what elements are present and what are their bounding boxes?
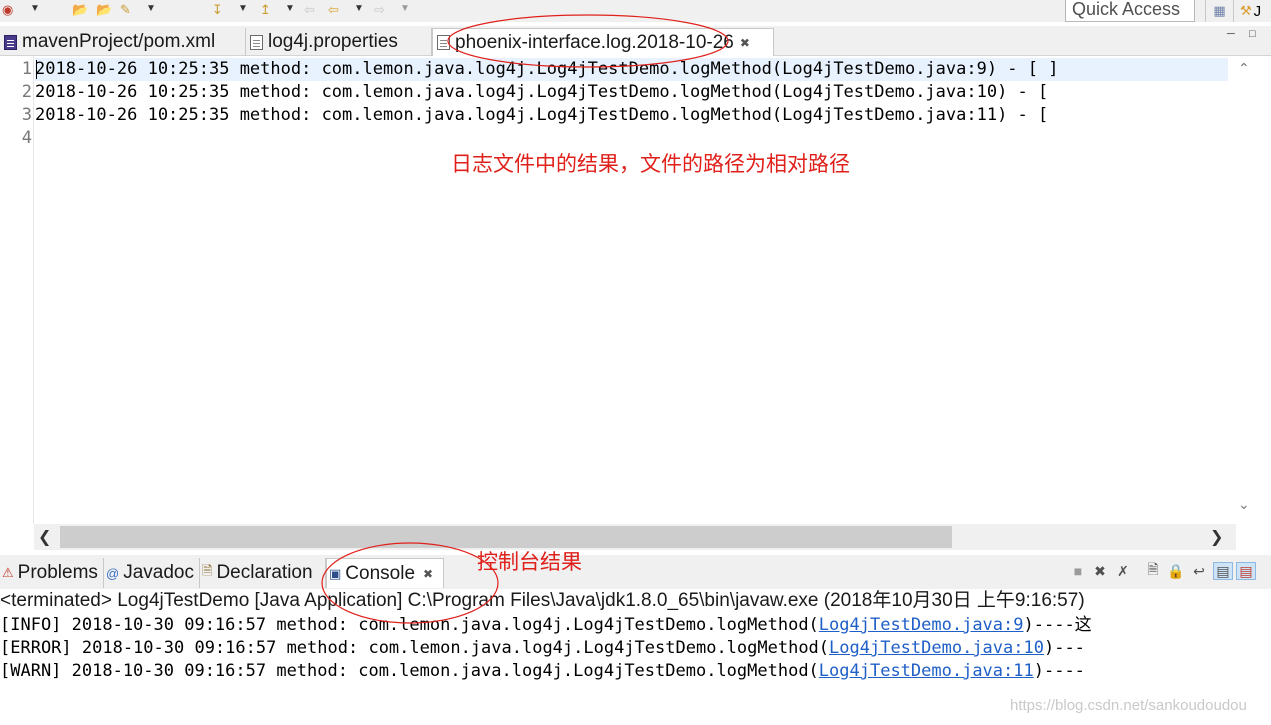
show-on-stdout-icon[interactable]: ▤ [1213, 562, 1233, 580]
remove-all-launches-icon[interactable]: ✗ [1113, 562, 1133, 580]
editor-tab-label: phoenix-interface.log.2018-10-26 [455, 31, 734, 53]
source-link[interactable]: Log4jTestDemo.java:9 [819, 615, 1024, 635]
word-wrap-icon[interactable]: ↩ [1189, 562, 1209, 580]
scroll-thumb[interactable] [60, 526, 952, 548]
line-number: 4 [21, 128, 32, 148]
line-number-ruler: 1 2 3 4 [8, 56, 34, 524]
back-2-icon[interactable]: ⇦ [328, 2, 339, 18]
close-icon[interactable]: ✖ [423, 567, 433, 581]
tab-problems[interactable]: ⚠ Problems [0, 558, 104, 588]
line-number: 2 [21, 82, 32, 102]
watermark: https://blog.csdn.net/sankoudoudou [1010, 697, 1247, 714]
remove-launch-icon[interactable]: ✖ [1090, 562, 1110, 580]
close-icon[interactable]: ✖ [740, 36, 750, 50]
up-dropdown-icon[interactable]: ▼ [285, 3, 295, 14]
forward-icon[interactable]: ⇨ [374, 2, 385, 18]
back-icon[interactable]: ⇦ [304, 2, 315, 18]
maximize-icon[interactable]: □ [1249, 28, 1256, 40]
code-line: 2018-10-26 10:25:35 method: com.lemon.ja… [35, 105, 1049, 125]
tab-javadoc[interactable]: @ Javadoc [104, 558, 200, 588]
pin-icon[interactable]: ✎ [120, 2, 131, 18]
clear-console-icon[interactable]: 🗎 [1143, 561, 1163, 580]
view-tab-label: Declaration [216, 562, 313, 583]
problems-icon: ⚠ [2, 565, 14, 580]
console-line-tail: )---- [1033, 661, 1085, 681]
new-dropdown-icon[interactable]: ▼ [30, 3, 40, 14]
editor-horizontal-scrollbar[interactable]: ❮ ❯ [34, 524, 1236, 550]
console-line: [WARN] 2018-10-30 09:16:57 method: com.l… [0, 660, 1085, 683]
declaration-icon: 🗎 [202, 563, 213, 578]
java-perspective-button[interactable]: ⚒ J [1233, 0, 1271, 22]
console-icon: ▣ [329, 565, 342, 581]
minimize-icon[interactable]: ─ [1227, 28, 1235, 40]
scroll-down-icon[interactable]: ⌄ [1238, 496, 1250, 513]
view-tab-label: Javadoc [123, 562, 194, 583]
text-caret [36, 60, 37, 79]
terminate-icon[interactable]: ■ [1068, 562, 1088, 580]
download-icon[interactable]: ↧ [212, 2, 223, 18]
java-perspective-icon: ⚒ [1240, 3, 1252, 18]
scroll-right-icon[interactable]: ❯ [1210, 527, 1223, 547]
code-line: 2018-10-26 10:25:35 method: com.lemon.ja… [35, 82, 1049, 102]
editor-tab-phoenix-log[interactable]: phoenix-interface.log.2018-10-26 ✖ [432, 28, 774, 56]
open-folder-icon[interactable]: 📂 [72, 2, 88, 18]
text-file-icon [250, 34, 263, 50]
code-area[interactable]: 2018-10-26 10:25:35 method: com.lemon.ja… [35, 56, 1228, 524]
quick-access-input[interactable]: Quick Access [1065, 0, 1195, 22]
download-dropdown-icon[interactable]: ▼ [238, 3, 248, 14]
source-link[interactable]: Log4jTestDemo.java:11 [819, 661, 1034, 681]
line-number: 3 [21, 105, 32, 125]
xml-file-icon [4, 34, 17, 50]
text-editor[interactable]: 1 2 3 4 2018-10-26 10:25:35 method: com.… [8, 56, 1262, 524]
main-toolbar: ◉ ▼ 📂 📂 ✎ ▼ ↧ ▼ ↥ ▼ ⇦ ⇦ ▼ ⇨ ▼ Quick Acce… [0, 0, 1271, 22]
editor-tab-bar: mavenProject/pom.xml log4j.properties ph… [0, 26, 1271, 56]
view-tab-label: Problems [17, 562, 98, 583]
console-line-tail: )----这 [1023, 615, 1092, 635]
open-perspective-icon: ▦ [1213, 3, 1226, 18]
open-perspective-button[interactable]: ▦ [1205, 0, 1233, 22]
editor-tab-pom-xml[interactable]: mavenProject/pom.xml [0, 28, 246, 56]
terminated-label: <terminated> Log4jTestDemo [Java Applica… [0, 590, 1085, 611]
up-icon[interactable]: ↥ [260, 2, 271, 18]
scroll-lock-icon[interactable]: 🔒 [1166, 562, 1186, 580]
editor-tab-log4j-properties[interactable]: log4j.properties [246, 28, 432, 56]
text-file-icon [437, 35, 450, 50]
scroll-up-icon[interactable]: ⌃ [1238, 60, 1250, 77]
console-line: [ERROR] 2018-10-30 09:16:57 method: com.… [0, 637, 1085, 660]
console-line-text: [INFO] 2018-10-30 09:16:57 method: com.l… [0, 615, 819, 635]
code-line: 2018-10-26 10:25:35 method: com.lemon.ja… [35, 59, 1059, 79]
new-icon[interactable]: ◉ [2, 2, 13, 18]
console-line-text: [ERROR] 2018-10-30 09:16:57 method: com.… [0, 638, 830, 658]
view-tab-label: Console [345, 562, 416, 584]
scroll-left-icon[interactable]: ❮ [38, 527, 51, 547]
console-annotation: 控制台结果 [477, 550, 582, 574]
show-on-stderr-icon[interactable]: ▤ [1236, 562, 1256, 580]
forward-dropdown-icon[interactable]: ▼ [400, 3, 410, 14]
console-line-tail: )--- [1043, 638, 1085, 658]
back-dropdown-icon[interactable]: ▼ [354, 3, 364, 14]
pin-dropdown-icon[interactable]: ▼ [146, 3, 156, 14]
source-link[interactable]: Log4jTestDemo.java:10 [829, 638, 1044, 658]
editor-tab-label: mavenProject/pom.xml [22, 31, 216, 52]
java-perspective-letter: J [1253, 2, 1262, 20]
console-line-text: [WARN] 2018-10-30 09:16:57 method: com.l… [0, 661, 819, 681]
tab-declaration[interactable]: 🗎 Declaration [200, 558, 326, 588]
javadoc-icon: @ [106, 565, 120, 581]
console-line: [INFO] 2018-10-30 09:16:57 method: com.l… [0, 614, 1092, 637]
tab-console[interactable]: ▣ Console ✖ [326, 558, 444, 588]
log-file-annotation: 日志文件中的结果，文件的路径为相对路径 [451, 152, 850, 176]
line-number: 1 [21, 59, 32, 79]
editor-vertical-scrollbar[interactable]: ⌃ ⌄ [1230, 56, 1262, 524]
open-folder-2-icon[interactable]: 📂 [96, 2, 112, 18]
editor-tab-label: log4j.properties [268, 31, 398, 52]
